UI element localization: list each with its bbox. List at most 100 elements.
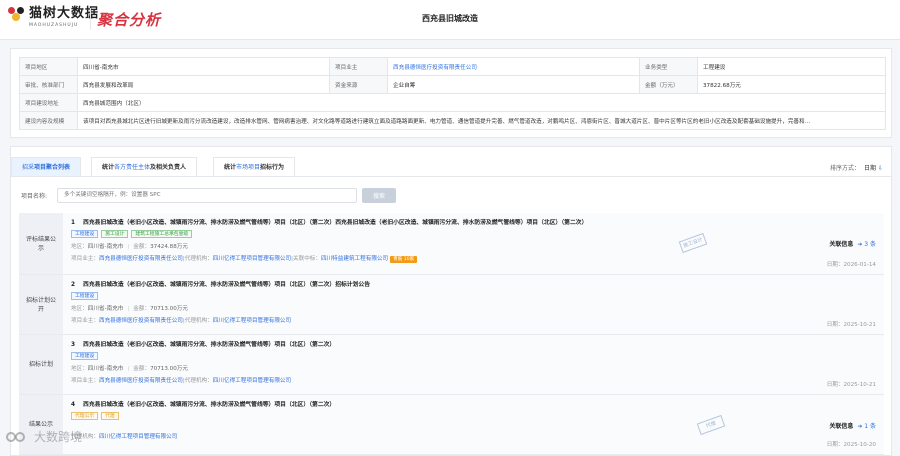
item-title[interactable]: 1 西充县旧城改造（老旧小区改造、城镇雨污分流、排水防涝及燃气管线等）项目（北区）… bbox=[71, 217, 876, 226]
related-label: 关联信息 bbox=[829, 241, 854, 248]
tab-highlight: 各方责任主体 bbox=[114, 164, 151, 171]
project-info-card: 项目地区 四川省-南充市 项目业主 西充县德恒医疗投资有限责任公司 业务类型 工… bbox=[10, 48, 892, 138]
info-label: 建设内容及规模 bbox=[19, 111, 78, 130]
item-number: 3 bbox=[71, 342, 76, 348]
stage-label: 结果公示 bbox=[19, 395, 63, 454]
amount-value: 70713.00万元 bbox=[150, 366, 188, 372]
tab-bidding-behavior[interactable]: 统计市场项目招标行为 bbox=[213, 157, 296, 176]
tab-bar: 招采项目聚合列表 统计各方责任主体及相关负责人 统计市场项目招标行为 排序方式：… bbox=[11, 153, 891, 177]
agent-link[interactable]: 四川亿得工程项目管理有限公司 bbox=[213, 256, 291, 262]
project-list-card: 招采项目聚合列表 统计各方责任主体及相关负责人 统计市场项目招标行为 排序方式：… bbox=[10, 146, 892, 456]
tag: 工程建设 bbox=[71, 292, 99, 300]
item-parties: 项目业主：西充县德恒医疗投资有限责任公司|代理机构：四川亿得工程项目管理有限公司… bbox=[71, 254, 876, 263]
date-label: 日期： bbox=[826, 322, 844, 328]
tab-prefix: 统计 bbox=[224, 164, 237, 171]
amount-label: 金额： bbox=[133, 306, 151, 312]
item-title[interactable]: 2 西充县旧城改造（老旧小区改造、城镇雨污分流、排水防涝及燃气管线等）项目（北区）… bbox=[71, 279, 876, 288]
agent-label: 代理机构： bbox=[184, 378, 213, 384]
tab-suffix: 及相关负责人 bbox=[150, 164, 187, 171]
separator: | bbox=[127, 306, 130, 312]
list-item-body: 4 西充县旧城改造（老旧小区改造、城镇雨污分流、排水防涝及燃气管线等）项目（北区）… bbox=[63, 395, 884, 454]
watermark: 大数跨境 bbox=[6, 428, 82, 445]
tab-prefix: 统计 bbox=[102, 164, 115, 171]
tab-project-list[interactable]: 招采项目聚合列表 bbox=[11, 157, 82, 176]
list-item-body: 2 西充县旧城改造（老旧小区改造、城镇雨污分流、排水防涝及燃气管线等）项目（北区）… bbox=[63, 275, 884, 334]
tag-list: 工程建设 施工设计 建筑工程施工总承包壹级 bbox=[71, 230, 876, 238]
project-info-table: 项目地区 四川省-南充市 项目业主 西充县德恒医疗投资有限责任公司 业务类型 工… bbox=[19, 57, 886, 130]
owner-link[interactable]: 西充县德恒医疗投资有限责任公司 bbox=[99, 256, 183, 262]
search-label: 项目名称: bbox=[21, 192, 48, 200]
item-title[interactable]: 4 西充县旧城改造（老旧小区改造、城镇雨污分流、排水防涝及燃气管线等）项目（北区）… bbox=[71, 399, 876, 408]
date-label: 日期： bbox=[826, 262, 844, 268]
stage-label: 招标计划公开 bbox=[19, 275, 63, 334]
info-value: 工程建设 bbox=[697, 57, 886, 76]
tag: 代理公示 bbox=[71, 412, 99, 420]
region-label: 地区： bbox=[71, 306, 88, 312]
item-number: 1 bbox=[71, 220, 76, 226]
owner-link[interactable]: 西充县德恒医疗投资有限责任公司 bbox=[99, 318, 183, 324]
sort-value: 日期 bbox=[863, 165, 876, 172]
tag: 工程建设 bbox=[71, 352, 99, 360]
stage-label: 评标结果公示 bbox=[19, 213, 63, 274]
tab-responsible-parties[interactable]: 统计各方责任主体及相关负责人 bbox=[91, 157, 198, 176]
amount-value: 37424.88万元 bbox=[150, 244, 188, 250]
item-parties: 代理机构：四川亿得工程项目管理有限公司 bbox=[71, 432, 876, 440]
tag-list: 工程建设 bbox=[71, 292, 876, 300]
info-value: 西充县德恒医疗投资有限责任公司 bbox=[387, 57, 640, 76]
related-info[interactable]: 关联信息 ➔ 3 条 bbox=[829, 239, 876, 248]
owner-link[interactable]: 西充县德恒医疗投资有限责任公司 bbox=[99, 378, 183, 384]
agent-link[interactable]: 四川亿得工程项目管理有限公司 bbox=[213, 378, 291, 384]
item-title-text: 西充县旧城改造（老旧小区改造、城镇雨污分流、排水防涝及燃气管线等）项目（北区）（… bbox=[83, 402, 336, 408]
info-value: 四川省-南充市 bbox=[77, 57, 330, 76]
agent-link[interactable]: 四川亿得工程项目管理有限公司 bbox=[213, 318, 291, 324]
item-title-text: 西充县旧城改造（老旧小区改造、城镇雨污分流、排水防涝及燃气管线等）项目（北区）（… bbox=[83, 220, 588, 226]
info-label: 金额（万元） bbox=[639, 75, 698, 94]
date-value: 2025-10-20 bbox=[843, 442, 876, 448]
region-value: 四川省-南充市 bbox=[87, 306, 124, 312]
tag: 工程建设 bbox=[71, 230, 99, 238]
info-row: 审批、核准部门 西充县发展和改革局 资金来源 企业自筹 金额（万元） 37822… bbox=[19, 75, 886, 94]
info-value: 西充县发展和改革局 bbox=[77, 75, 330, 94]
date-label: 日期： bbox=[826, 442, 844, 448]
tag-list: 代理公示 代建 bbox=[71, 412, 876, 420]
item-parties: 项目业主：西充县德恒医疗投资有限责任公司|代理机构：四川亿得工程项目管理有限公司 bbox=[71, 316, 876, 324]
item-title-text: 西充县旧城改造（老旧小区改造、城镇雨污分流、排水防涝及燃气管线等）项目（北区）（… bbox=[83, 282, 370, 288]
info-label: 资金来源 bbox=[329, 75, 388, 94]
item-parties: 项目业主：西充县德恒医疗投资有限责任公司|代理机构：四川亿得工程项目管理有限公司 bbox=[71, 376, 876, 384]
list-item[interactable]: 结果公示 4 西充县旧城改造（老旧小区改造、城镇雨污分流、排水防涝及燃气管线等）项… bbox=[19, 395, 884, 455]
agent-link[interactable]: 四川亿得工程项目管理有限公司 bbox=[99, 434, 177, 440]
date-value: 2025-10-21 bbox=[843, 322, 876, 328]
date-value: 2026-01-14 bbox=[843, 262, 876, 268]
info-value: 西充县城范围内（北区） bbox=[77, 93, 886, 112]
item-meta: 地区：四川省-南充市 | 金额：37424.88万元 bbox=[71, 242, 876, 250]
list-item-body: 3 西充县旧城改造（老旧小区改造、城镇雨污分流、排水防涝及燃气管线等）项目（北区）… bbox=[63, 335, 884, 394]
item-meta: 地区：四川省-南充市 | 金额：70713.00万元 bbox=[71, 304, 876, 312]
owner-link[interactable]: 西充县德恒医疗投资有限责任公司 bbox=[393, 65, 477, 71]
related-count: ➔ 3 条 bbox=[857, 241, 876, 248]
item-date: 日期：2025-10-21 bbox=[827, 380, 876, 388]
page-title: 西充县旧城改造 bbox=[422, 14, 478, 23]
winner-link[interactable]: 四川特益建筑工程有限公司 bbox=[321, 256, 388, 262]
winner-label: 关联中标： bbox=[293, 256, 321, 262]
watermark-text: 大数跨境 bbox=[34, 430, 83, 444]
tag: 施工设计 bbox=[101, 230, 129, 238]
item-title[interactable]: 3 西充县旧城改造（老旧小区改造、城镇雨污分流、排水防涝及燃气管线等）项目（北区）… bbox=[71, 339, 876, 348]
item-number: 2 bbox=[71, 282, 76, 288]
related-count: ➔ 1 条 bbox=[857, 423, 876, 430]
search-button[interactable]: 搜索 bbox=[362, 187, 396, 203]
search-row: 项目名称: 搜索 bbox=[21, 187, 396, 203]
sort-control[interactable]: 排序方式： 日期 ⇩ bbox=[830, 163, 883, 172]
info-label: 项目地区 bbox=[19, 57, 78, 76]
region-label: 地区： bbox=[71, 244, 88, 250]
info-value: 企业自筹 bbox=[387, 75, 640, 94]
related-info[interactable]: 关联信息 ➔ 1 条 bbox=[829, 421, 876, 430]
item-number: 4 bbox=[71, 402, 76, 408]
list-item[interactable]: 招标计划公开 2 西充县旧城改造（老旧小区改造、城镇雨污分流、排水防涝及燃气管线等… bbox=[19, 275, 884, 335]
list-item[interactable]: 评标结果公示 1 西充县旧城改造（老旧小区改造、城镇雨污分流、排水防涝及燃气管线等… bbox=[19, 213, 884, 275]
search-input[interactable] bbox=[57, 187, 357, 203]
item-meta: 地区：四川省-南充市 | 金额：70713.00万元 bbox=[71, 364, 876, 372]
tag: 代建 bbox=[101, 412, 119, 420]
agent-label: 代理机构： bbox=[184, 318, 213, 324]
list-item[interactable]: 招标计划 3 西充县旧城改造（老旧小区改造、城镇雨污分流、排水防涝及燃气管线等）项… bbox=[19, 335, 884, 395]
agent-label: 代理机构： bbox=[184, 256, 213, 262]
